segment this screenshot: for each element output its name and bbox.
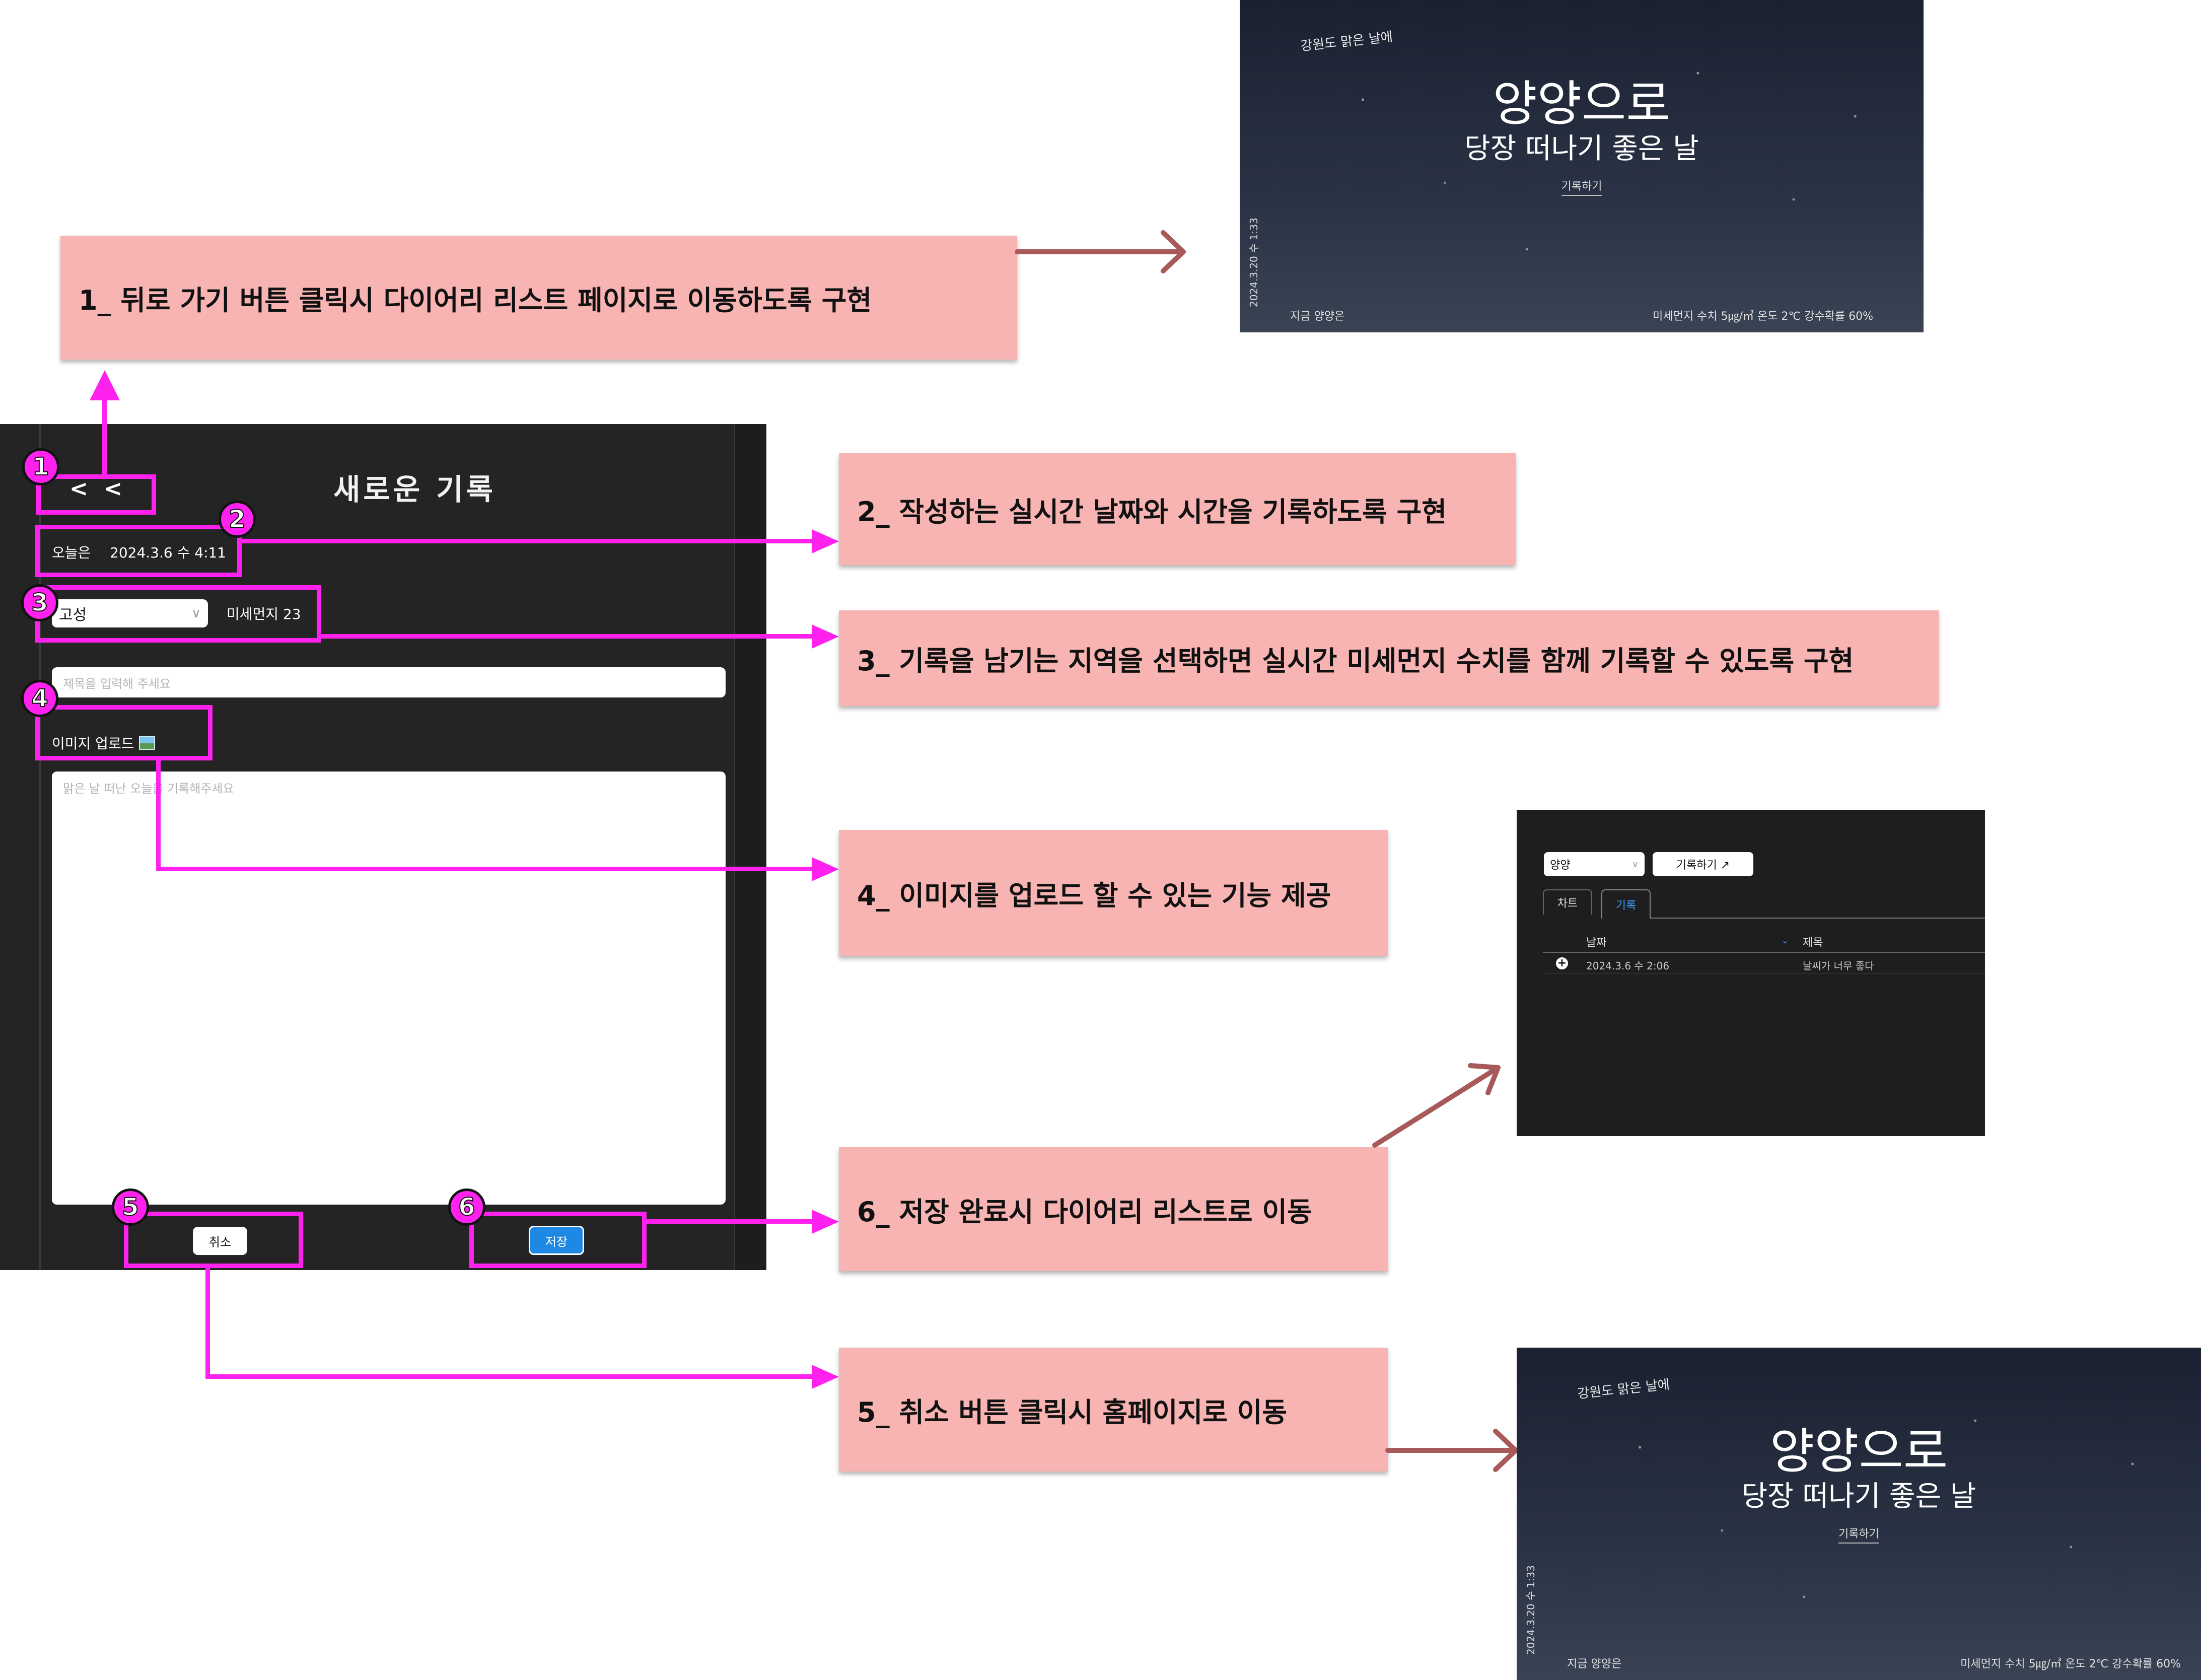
chevron-down-icon: ∨ [1631, 859, 1639, 870]
hero-side-date: 2024.3.20 수 1:33 [1248, 218, 1260, 307]
row-date[interactable]: 2024.3.6 수 2:06 [1586, 958, 1669, 972]
list-region-select[interactable]: 양양 ∨ [1544, 852, 1645, 876]
hero-side-date: 2024.3.20 수 1:33 [1525, 1565, 1537, 1655]
arrow-to-diary-list [1372, 1065, 1501, 1148]
hero-now-label: 지금 양양은 [1290, 310, 1345, 323]
home-screen-preview: 강원도 맑은 날에 양양으로 당장 떠나기 좋은 날 기록하기 2024.3.2… [1240, 0, 1924, 332]
hero-subtitle: 당장 떠나기 좋은 날 [1741, 1480, 1976, 1513]
row-title[interactable]: 날씨가 너무 좋다 [1803, 958, 1874, 972]
hero-title: 양양으로 [1493, 76, 1671, 132]
sort-arrow-icon[interactable]: ⌄ [1782, 936, 1788, 945]
hero-weather-stats: 미세먼지 수치 5㎍/㎥ 온도 2℃ 강수확률 60% [1960, 1658, 2181, 1670]
tab-records[interactable]: 기록 [1601, 889, 1651, 919]
hero-title: 양양으로 [1769, 1423, 1948, 1480]
tab-chart[interactable]: 차트 [1543, 889, 1592, 915]
hero-now-label: 지금 양양은 [1567, 1658, 1622, 1670]
column-header-title[interactable]: 제목 [1803, 934, 1823, 950]
expand-row-icon[interactable]: + [1556, 957, 1568, 969]
column-header-date[interactable]: 날짜 [1586, 934, 1606, 950]
list-record-button[interactable]: 기록하기 ↗ [1653, 852, 1753, 876]
diary-list-preview: 양양 ∨ 기록하기 ↗ 차트 기록 날짜 ⌄ 제목 + 2024.3.6 수 2… [1517, 810, 1985, 1136]
hero-subtitle: 당장 떠나기 좋은 날 [1464, 132, 1699, 165]
hero-tagline: 강원도 맑은 날에 [1577, 1377, 1671, 1402]
header-divider [1543, 952, 1985, 953]
hero-record-link[interactable]: 기록하기 [1517, 1525, 2201, 1544]
hero-record-link[interactable]: 기록하기 [1240, 177, 1924, 196]
hero-tagline: 강원도 맑은 날에 [1300, 29, 1394, 54]
hero-weather-stats: 미세먼지 수치 5㎍/㎥ 온도 2℃ 강수확률 60% [1653, 310, 1873, 323]
tab-underline [1651, 918, 1985, 919]
list-region-value: 양양 [1550, 859, 1571, 872]
home-screen-preview: 강원도 맑은 날에 양양으로 당장 떠나기 좋은 날 기록하기 2024.3.2… [1517, 1348, 2201, 1680]
